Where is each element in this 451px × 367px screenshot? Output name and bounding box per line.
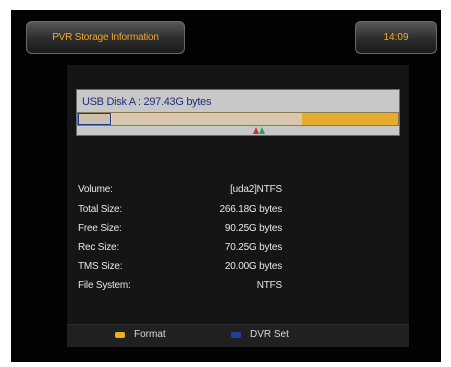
- info-value: 20.00G bytes: [224, 261, 282, 272]
- info-label: File System:: [78, 280, 131, 291]
- info-value: 266.18G bytes: [219, 204, 283, 215]
- info-label: Volume:: [78, 184, 113, 195]
- info-label: Rec Size:: [78, 242, 119, 253]
- usage-bar-segment-free: [78, 113, 111, 125]
- info-label: Free Size:: [78, 223, 122, 234]
- clock: 14:09: [355, 21, 437, 54]
- format-button[interactable]: Format: [134, 329, 166, 340]
- disk-label: USB Disk A : 297.43G bytes: [82, 96, 212, 108]
- info-value: 90.25G bytes: [224, 223, 282, 234]
- info-row-volume: Volume: [uda2]NTFS: [78, 184, 378, 198]
- info-label: TMS Size:: [78, 261, 123, 272]
- usage-marker-icon: [253, 127, 265, 134]
- info-row-free-size: Free Size: 90.25G bytes: [78, 223, 378, 237]
- page-title: PVR Storage Information: [26, 21, 185, 54]
- info-value: [uda2]NTFS: [230, 184, 282, 195]
- info-value: 70.25G bytes: [224, 242, 282, 253]
- info-label: Total Size:: [78, 204, 122, 215]
- dvr-set-button[interactable]: DVR Set: [250, 329, 289, 340]
- info-row-tms-size: TMS Size: 20.00G bytes: [78, 261, 378, 275]
- info-row-file-system: File System: NTFS: [78, 280, 378, 294]
- usage-bar-segment-tms: [302, 113, 398, 125]
- info-row-total-size: Total Size: 266.18G bytes: [78, 204, 378, 218]
- usage-bar-segment-rec: [112, 113, 302, 125]
- info-value: NTFS: [256, 280, 283, 291]
- info-row-rec-size: Rec Size: 70.25G bytes: [78, 242, 378, 256]
- yellow-key-icon: [115, 332, 125, 338]
- blue-key-icon: [231, 332, 241, 338]
